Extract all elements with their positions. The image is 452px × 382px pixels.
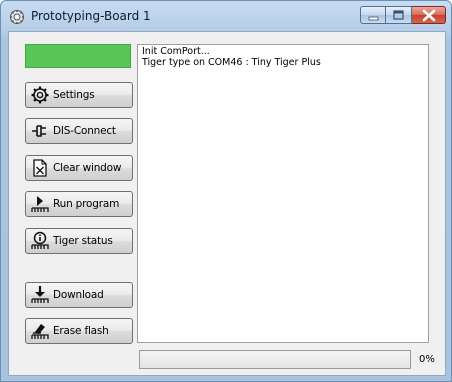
dis-connect-button[interactable]: DIS-Connect bbox=[25, 118, 133, 144]
minimize-button[interactable] bbox=[360, 6, 386, 24]
settings-button-label: Settings bbox=[53, 89, 95, 101]
log-line: Init ComPort... bbox=[142, 46, 210, 57]
download-button-label: Download bbox=[53, 289, 104, 301]
download-button[interactable]: Download bbox=[25, 282, 133, 308]
gear-icon bbox=[31, 86, 49, 104]
tiger-status-button-label: Tiger status bbox=[53, 235, 113, 247]
close-icon bbox=[422, 9, 436, 22]
plug-icon bbox=[32, 125, 46, 137]
clear-icon bbox=[33, 159, 47, 177]
minimize-icon bbox=[368, 16, 379, 21]
app-window: Prototyping-Board 1 Settings DIS-Connect… bbox=[0, 0, 452, 382]
app-icon bbox=[10, 10, 24, 24]
erase-flash-button[interactable]: Erase flash bbox=[25, 318, 133, 344]
erase-flash-button-label: Erase flash bbox=[53, 325, 109, 337]
clear-window-button-label: Clear window bbox=[53, 162, 122, 174]
settings-button[interactable]: Settings bbox=[25, 82, 133, 108]
progress-bar bbox=[139, 350, 411, 369]
run-icon bbox=[31, 196, 49, 212]
log-output-panel[interactable]: Init ComPort... Tiger type on COM46 : Ti… bbox=[137, 44, 429, 343]
download-icon bbox=[31, 286, 49, 303]
maximize-button[interactable] bbox=[386, 6, 412, 24]
eraser-icon bbox=[31, 324, 49, 339]
close-button[interactable] bbox=[412, 6, 446, 24]
progress-percent-label: 0% bbox=[419, 354, 435, 365]
info-icon bbox=[31, 231, 49, 249]
maximize-icon bbox=[393, 10, 404, 20]
client-area: Settings DIS-Connect Clear window Run pr… bbox=[8, 31, 446, 376]
clear-window-button[interactable]: Clear window bbox=[25, 155, 133, 181]
dis-connect-button-label: DIS-Connect bbox=[53, 125, 116, 137]
window-title: Prototyping-Board 1 bbox=[31, 9, 151, 23]
run-program-button-label: Run program bbox=[53, 198, 120, 210]
connection-status-indicator bbox=[25, 44, 131, 68]
title-bar[interactable]: Prototyping-Board 1 bbox=[1, 1, 451, 31]
run-program-button[interactable]: Run program bbox=[25, 191, 133, 217]
tiger-status-button[interactable]: Tiger status bbox=[25, 228, 133, 254]
log-line: Tiger type on COM46 : Tiny Tiger Plus bbox=[142, 57, 321, 68]
